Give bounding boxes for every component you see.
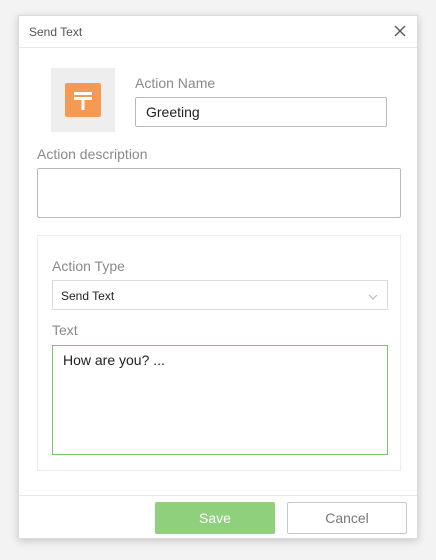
close-icon[interactable] xyxy=(392,23,408,39)
cancel-button[interactable]: Cancel xyxy=(287,502,407,534)
text-content-field[interactable]: How are you? ... xyxy=(52,345,388,455)
chevron-down-icon xyxy=(367,290,379,302)
action-icon-box[interactable] xyxy=(51,68,115,132)
text-action-icon xyxy=(65,83,101,117)
dialog-footer: Save Cancel xyxy=(19,495,417,540)
save-button[interactable]: Save xyxy=(155,502,275,534)
action-name-input[interactable] xyxy=(135,97,387,127)
dialog-titlebar: Send Text xyxy=(19,16,417,48)
action-type-select[interactable]: Send Text xyxy=(52,280,388,310)
action-settings-section: Action Type Send Text Text How are you? … xyxy=(37,235,401,471)
dialog-title: Send Text xyxy=(29,25,83,39)
send-text-dialog: Send Text Action Name Action description… xyxy=(18,15,418,539)
text-label: Text xyxy=(52,322,78,338)
action-type-value: Send Text xyxy=(61,289,115,303)
action-type-label: Action Type xyxy=(52,258,125,274)
action-description-label: Action description xyxy=(37,146,148,162)
action-name-label: Action Name xyxy=(135,75,216,91)
action-description-input[interactable] xyxy=(37,168,401,218)
